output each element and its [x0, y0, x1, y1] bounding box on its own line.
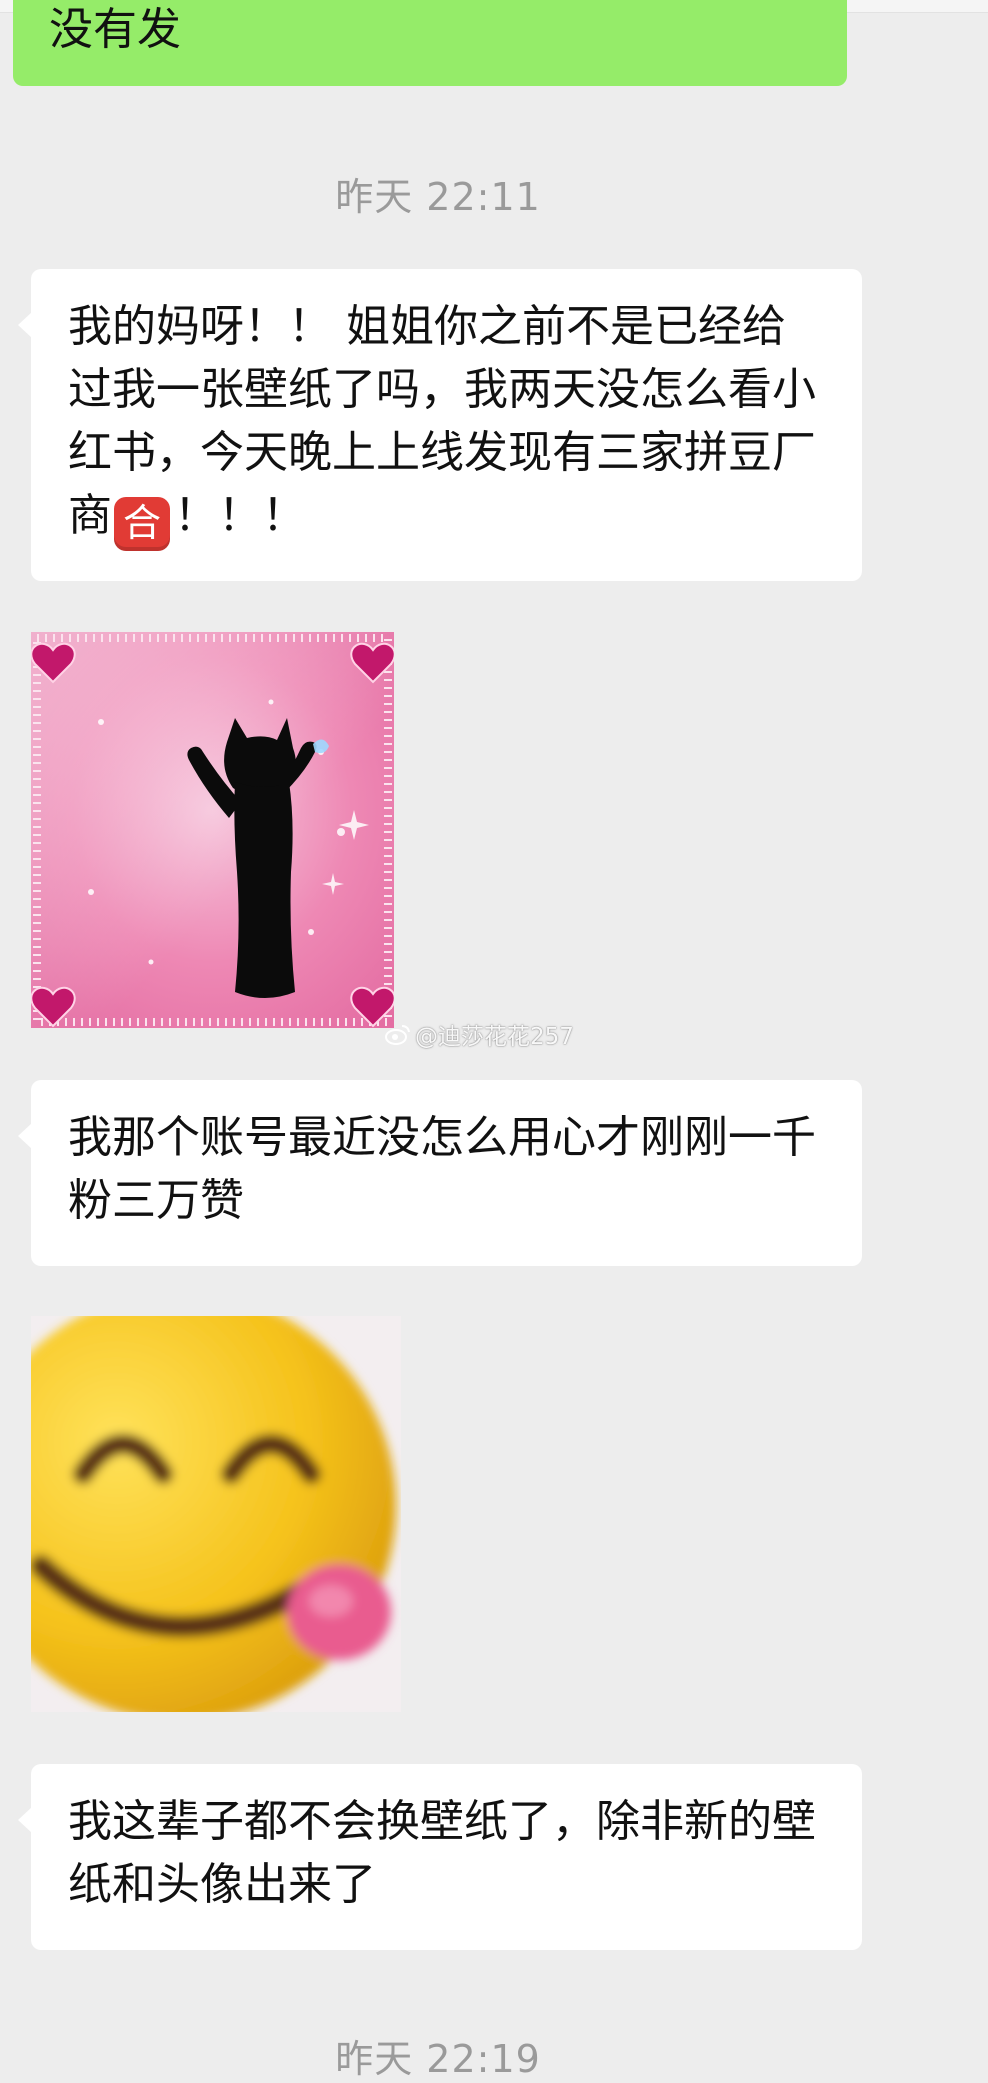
chat-timestamp: 昨天 22:19	[335, 2037, 541, 2081]
watermark-text: @迪莎花花257	[415, 1024, 574, 1050]
he-emoji-icon: 合	[114, 497, 170, 551]
outgoing-message-text: 没有发	[49, 4, 181, 55]
dancing-cat-icon	[31, 632, 394, 1028]
message-text: 我那个账号最近没怎么用心才刚刚一千粉三万赞	[68, 1112, 816, 1226]
chat-timestamp: 昨天 22:11	[335, 175, 541, 219]
message-text-suffix: ！！！	[174, 490, 306, 541]
incoming-message-bubble[interactable]: 我这辈子都不会换壁纸了，除非新的壁纸和头像出来了	[18, 1764, 862, 1950]
message-text: 我这辈子都不会换壁纸了，除非新的壁纸和头像出来了	[68, 1796, 816, 1910]
outgoing-message-bubble[interactable]: 没有发	[13, 0, 847, 86]
weibo-watermark: @迪莎花花257	[385, 1017, 574, 1051]
incoming-message-bubble[interactable]: 我那个账号最近没怎么用心才刚刚一千粉三万赞	[18, 1080, 862, 1266]
incoming-message-bubble[interactable]: 我的妈呀！！ 姐姐你之前不是已经给过我一张壁纸了吗，我两天没怎么看小红书，今天晚…	[18, 269, 862, 581]
smiling-face-icon	[31, 1316, 401, 1712]
sticker-smiling-emoji[interactable]	[31, 1316, 401, 1712]
weibo-icon	[385, 1025, 410, 1045]
sticker-dancing-cat[interactable]	[31, 632, 394, 1028]
